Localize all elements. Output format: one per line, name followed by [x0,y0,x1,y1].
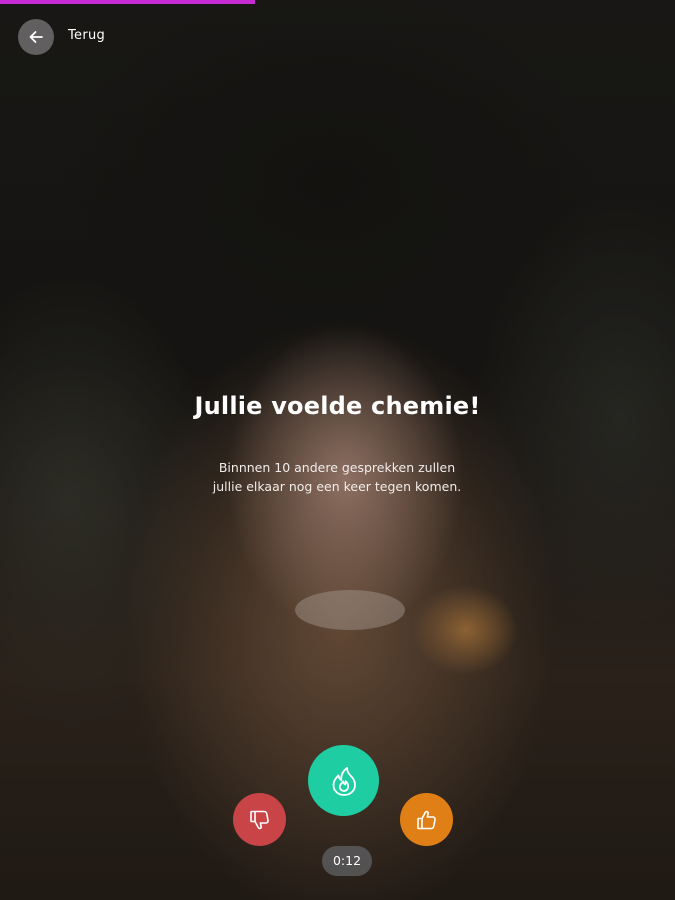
call-timer: 0:12 [322,846,372,876]
like-button[interactable] [400,793,453,846]
match-description-line-2: jullie elkaar nog een keer tegen komen. [212,479,462,494]
match-title: Jullie voelde chemie! [194,392,481,420]
progress-bar [0,0,675,4]
progress-bar-fill [0,0,256,4]
thumbs-down-icon [249,810,269,829]
back-button[interactable] [18,19,54,55]
match-description-line-1: Binnnen 10 andere gesprekken zullen [218,460,456,475]
back-label[interactable]: Terug [68,28,105,43]
dislike-button[interactable] [233,793,286,846]
arrow-left-icon [29,31,43,43]
flame-icon [332,766,356,796]
chemistry-button[interactable] [308,745,379,816]
thumbs-up-icon [416,810,436,829]
match-description: Binnnen 10 andere gesprekken zullen jull… [137,458,537,496]
